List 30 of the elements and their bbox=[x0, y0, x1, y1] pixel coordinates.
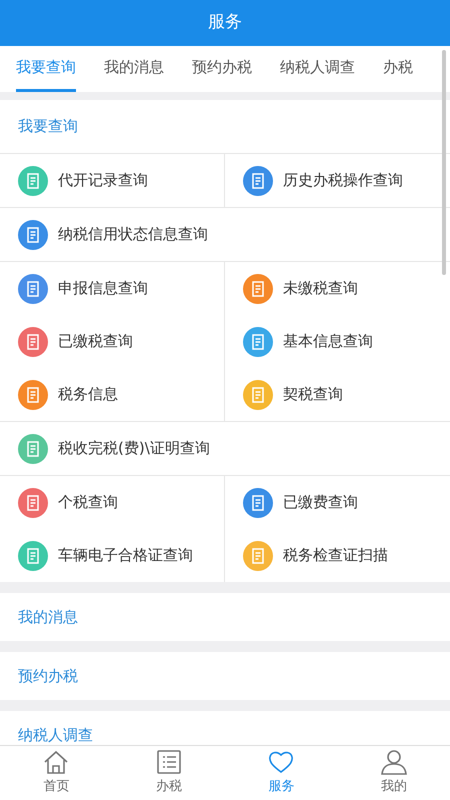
tab[interactable]: 预约办税 bbox=[192, 46, 252, 92]
query-item[interactable]: 税务检查证扫描 bbox=[225, 529, 450, 582]
tab[interactable]: 我要查询 bbox=[16, 46, 76, 92]
tab[interactable]: 办税 bbox=[383, 46, 413, 92]
section-title: 我要查询 bbox=[18, 116, 78, 138]
person-icon bbox=[380, 749, 408, 776]
nav-tab[interactable]: 办税 bbox=[112, 746, 225, 800]
query-item[interactable]: 车辆电子合格证查询 bbox=[0, 529, 225, 582]
section-title: 预约办税 bbox=[18, 666, 78, 687]
section-title: 我的消息 bbox=[18, 606, 78, 628]
nav-tab[interactable]: 首页 bbox=[0, 746, 112, 800]
page-title: 服务 bbox=[208, 11, 242, 34]
query-item[interactable]: 已缴费查询 bbox=[225, 476, 450, 529]
nav-tab[interactable]: 服务 bbox=[225, 746, 338, 800]
tab[interactable]: 纳税人调查 bbox=[280, 46, 355, 92]
query-item[interactable]: 税收完税(费)\证明查询 bbox=[0, 422, 450, 475]
query-item[interactable]: 申报信息查询 bbox=[0, 262, 225, 315]
nav-tab[interactable]: 我的 bbox=[338, 746, 450, 800]
query-item[interactable]: 基本信息查询 bbox=[225, 315, 450, 368]
section-title: 纳税人调查 bbox=[18, 724, 93, 746]
query-item[interactable]: 个税查询 bbox=[0, 476, 225, 529]
list-icon bbox=[154, 749, 183, 776]
query-item[interactable]: 未缴税查询 bbox=[225, 262, 450, 315]
query-item[interactable]: 已缴税查询 bbox=[0, 315, 225, 368]
house-icon bbox=[42, 749, 70, 776]
tab[interactable]: 我的消息 bbox=[104, 46, 164, 92]
query-item[interactable]: 代开记录查询 bbox=[0, 154, 225, 207]
query-item[interactable]: 税务信息 bbox=[0, 368, 225, 421]
query-item[interactable]: 契税查询 bbox=[225, 368, 450, 421]
heart-icon bbox=[267, 749, 296, 776]
